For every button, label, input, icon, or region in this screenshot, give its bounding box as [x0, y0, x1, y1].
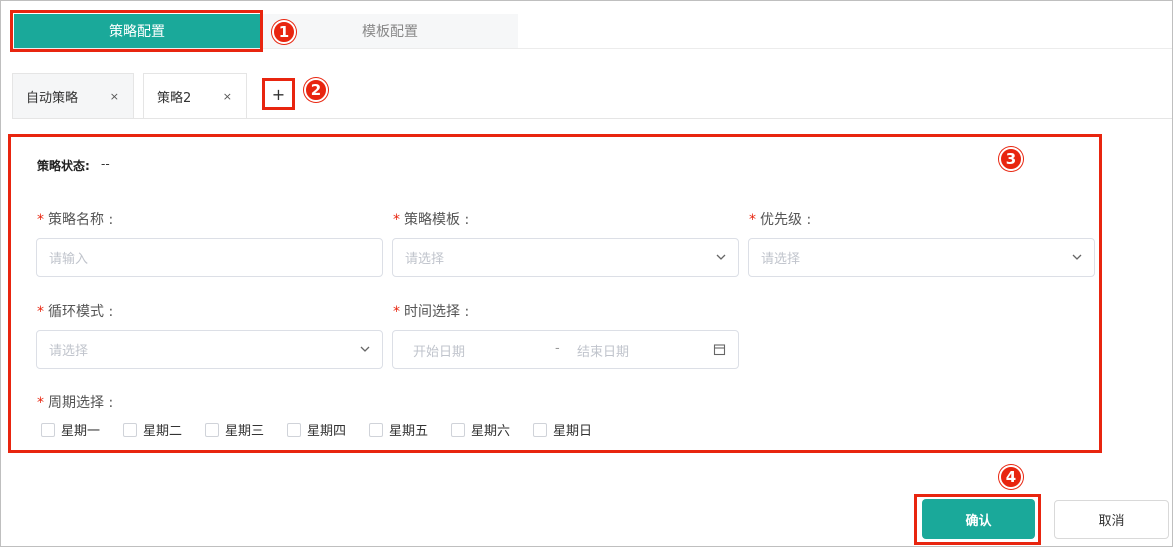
- confirm-button[interactable]: 确认: [922, 499, 1035, 539]
- weekday-text: 星期二: [143, 424, 183, 439]
- range-separator: -: [555, 341, 560, 356]
- checkbox[interactable]: [287, 422, 301, 437]
- chevron-down-icon: [716, 254, 726, 260]
- strategy-template-select[interactable]: 请选择: [392, 238, 739, 277]
- weekday-checkbox-wed[interactable]: 星期三: [205, 420, 264, 439]
- placeholder: 请选择: [761, 252, 801, 267]
- cycle-mode-label: * 循环模式 :: [37, 301, 113, 321]
- checkbox[interactable]: [451, 422, 465, 437]
- label-text: 周期选择 :: [48, 395, 114, 411]
- priority-select[interactable]: 请选择: [748, 238, 1095, 277]
- strategy-name-label: * 策略名称 :: [37, 209, 113, 229]
- checkbox[interactable]: [369, 422, 383, 437]
- annotation-badge-4: 4: [999, 465, 1023, 489]
- end-date-input[interactable]: 结束日期: [577, 341, 629, 360]
- time-select-label: * 时间选择 :: [393, 301, 469, 321]
- weekday-text: 星期三: [225, 424, 265, 439]
- weekday-label: * 周期选择 :: [37, 392, 113, 412]
- calendar-icon: [713, 344, 726, 356]
- required-mark: *: [37, 212, 44, 228]
- weekday-checkbox-thu[interactable]: 星期四: [287, 420, 346, 439]
- top-tabs-divider: [12, 48, 1172, 49]
- close-icon[interactable]: ×: [110, 90, 119, 103]
- checkbox[interactable]: [123, 422, 137, 437]
- weekday-checkbox-mon[interactable]: 星期一: [41, 420, 100, 439]
- cycle-mode-select[interactable]: 请选择: [36, 330, 383, 369]
- strategy-tabs-divider: [12, 118, 1172, 119]
- strategy-tab-auto[interactable]: 自动策略 ×: [12, 73, 134, 119]
- checkbox[interactable]: [205, 422, 219, 437]
- placeholder: 请输入: [49, 252, 89, 267]
- weekday-text: 星期日: [553, 424, 593, 439]
- required-mark: *: [393, 212, 400, 228]
- required-mark: *: [749, 212, 756, 228]
- close-icon[interactable]: ×: [223, 90, 232, 103]
- cancel-button[interactable]: 取消: [1054, 500, 1169, 539]
- strategy-tab-label: 自动策略: [26, 90, 79, 106]
- weekday-text: 星期五: [389, 424, 429, 439]
- label-text: 策略模板 :: [404, 212, 470, 228]
- label-text: 循环模式 :: [48, 304, 114, 320]
- weekday-text: 星期四: [307, 424, 347, 439]
- annotation-badge-3: 3: [999, 147, 1023, 171]
- weekday-checkbox-sat[interactable]: 星期六: [451, 420, 510, 439]
- label-text: 时间选择 :: [404, 304, 470, 320]
- placeholder: 请选择: [405, 252, 445, 267]
- checkbox[interactable]: [41, 422, 55, 437]
- tab-strategy-config[interactable]: 策略配置: [14, 14, 260, 48]
- tab-template-config[interactable]: 模板配置: [262, 14, 518, 48]
- strategy-tab-label: 策略2: [157, 90, 192, 106]
- weekday-text: 星期六: [471, 424, 511, 439]
- chevron-down-icon: [1072, 254, 1082, 260]
- status-label: 策略状态:: [37, 159, 90, 173]
- strategy-template-label: * 策略模板 :: [393, 209, 469, 229]
- start-date-input[interactable]: 开始日期: [413, 341, 465, 360]
- weekday-checkbox-sun[interactable]: 星期日: [533, 420, 592, 439]
- required-mark: *: [37, 395, 44, 411]
- add-tab-button[interactable]: +: [265, 81, 292, 107]
- annotation-badge-1: 1: [272, 20, 296, 44]
- strategy-tab-2[interactable]: 策略2 ×: [143, 73, 247, 119]
- required-mark: *: [393, 304, 400, 320]
- checkbox[interactable]: [533, 422, 547, 437]
- strategy-name-input[interactable]: 请输入: [36, 238, 383, 277]
- weekday-checkbox-fri[interactable]: 星期五: [369, 420, 428, 439]
- placeholder: 请选择: [49, 344, 89, 359]
- annotation-badge-2: 2: [304, 78, 328, 102]
- weekday-checkbox-tue[interactable]: 星期二: [123, 420, 182, 439]
- label-text: 优先级 :: [760, 212, 812, 228]
- date-range-picker[interactable]: 开始日期 - 结束日期: [392, 330, 739, 369]
- priority-label: * 优先级 :: [749, 209, 811, 229]
- label-text: 策略名称 :: [48, 212, 114, 228]
- weekday-text: 星期一: [61, 424, 101, 439]
- status-value: --: [101, 157, 110, 171]
- required-mark: *: [37, 304, 44, 320]
- chevron-down-icon: [360, 346, 370, 352]
